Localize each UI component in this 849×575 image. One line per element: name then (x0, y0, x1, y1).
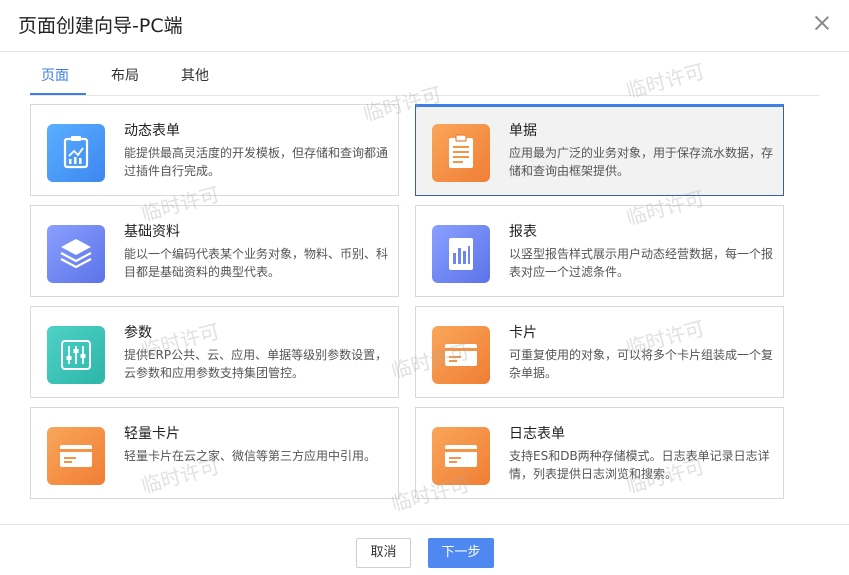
active-tab-indicator (30, 93, 86, 95)
card-title: 卡片 (509, 325, 537, 341)
card-description: 可重复使用的对象，可以将多个卡片组装成一个复杂单据。 (509, 348, 774, 380)
card-title: 动态表单 (124, 123, 180, 139)
card-icon (432, 427, 490, 485)
card-log-form[interactable]: 日志表单 支持ES和DB两种存储模式。日志表单记录日志详情，列表提供日志浏览和搜… (415, 407, 784, 499)
card-description: 能以一个编码代表某个业务对象，物料、币别、科目都是基础资料的典型代表。 (124, 247, 389, 279)
card-light-card[interactable]: 轻量卡片 轻量卡片在云之家、微信等第三方应用中引用。 (30, 407, 399, 499)
next-step-button[interactable]: 下一步 (428, 538, 494, 568)
card-dynamic-form[interactable]: 动态表单 能提供最高灵活度的开发模板，但存储和查询都通过插件自行完成。 (30, 104, 399, 196)
card-title: 单据 (509, 123, 537, 139)
bar-report-icon (432, 225, 490, 283)
clipboard-icon (432, 124, 490, 182)
card-title: 轻量卡片 (124, 426, 180, 442)
dashboard-chart-icon (47, 124, 105, 182)
card-bill[interactable]: 单据 应用最为广泛的业务对象，用于保存流水数据，存储和查询由框架提供。 (415, 104, 784, 196)
card-description: 应用最为广泛的业务对象，用于保存流水数据，存储和查询由框架提供。 (509, 146, 774, 178)
card-description: 支持ES和DB两种存储模式。日志表单记录日志详情，列表提供日志浏览和搜索。 (509, 449, 770, 481)
card-description: 轻量卡片在云之家、微信等第三方应用中引用。 (124, 449, 377, 463)
tab-other[interactable]: 其他 (181, 66, 209, 86)
card-title: 报表 (509, 224, 537, 240)
card-title: 参数 (124, 325, 152, 341)
card-card[interactable]: 卡片 可重复使用的对象，可以将多个卡片组装成一个复杂单据。 (415, 306, 784, 398)
sliders-icon (47, 326, 105, 384)
tab-page[interactable]: 页面 (41, 66, 69, 86)
card-icon (47, 427, 105, 485)
card-title: 日志表单 (509, 426, 565, 442)
card-description: 以竖型报告样式展示用户动态经营数据，每一个报表对应一个过滤条件。 (509, 247, 774, 279)
layers-icon (47, 225, 105, 283)
tab-layout[interactable]: 布局 (111, 66, 139, 86)
dialog-header: 页面创建向导-PC端 (0, 0, 849, 52)
dialog-footer: 取消 下一步 (0, 524, 849, 575)
card-report[interactable]: 报表 以竖型报告样式展示用户动态经营数据，每一个报表对应一个过滤条件。 (415, 205, 784, 297)
cancel-button[interactable]: 取消 (356, 538, 411, 568)
tab-bar: 页面 布局 其他 (30, 64, 820, 96)
card-description: 提供ERP公共、云、应用、单据等级别参数设置，云参数和应用参数支持集团管控。 (124, 348, 388, 380)
dialog-title: 页面创建向导-PC端 (18, 15, 183, 37)
close-icon[interactable] (813, 14, 831, 32)
card-description: 能提供最高灵活度的开发模板，但存储和查询都通过插件自行完成。 (124, 146, 389, 178)
card-parameters[interactable]: 参数 提供ERP公共、云、应用、单据等级别参数设置，云参数和应用参数支持集团管控… (30, 306, 399, 398)
card-title: 基础资料 (124, 224, 180, 240)
card-icon (432, 326, 490, 384)
page-create-wizard-dialog: 页面创建向导-PC端 页面 布局 其他 动态表单 能提供最高灵活度的开发模板，但… (0, 0, 849, 575)
card-basic-data[interactable]: 基础资料 能以一个编码代表某个业务对象，物料、币别、科目都是基础资料的典型代表。 (30, 205, 399, 297)
